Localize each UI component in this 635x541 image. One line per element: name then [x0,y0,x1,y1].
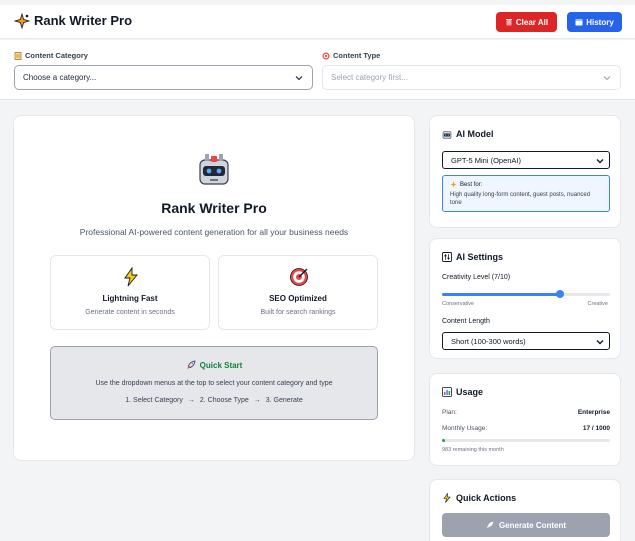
creativity-slider-thumb[interactable] [555,290,564,298]
lightning-icon [124,267,138,287]
calendar-icon [575,19,583,26]
history-button[interactable]: History [567,12,622,32]
ai-model-card: AI Model GPT-5 Mini (OpenAI) Best for: H… [429,115,621,228]
best-for-box: Best for: High quality long-form content… [442,175,610,212]
chevron-down-icon [295,76,303,81]
rocket-icon [486,521,494,529]
lightning-icon [443,493,451,503]
step-1: 1. Select Category [125,397,183,404]
content-length-label: Content Length [442,318,490,325]
sparkle-icon [14,13,30,29]
selector-band: Content Category Choose a category... Co… [0,40,635,100]
creativity-slider[interactable] [442,290,610,298]
robot-icon [442,131,452,139]
app-title: Rank Writer Pro [34,13,133,28]
clear-all-label: Clear All [515,17,549,27]
trash-icon [505,19,512,26]
feature-desc: Generate content in seconds [85,309,175,316]
ai-model-title: AI Model [442,129,494,139]
target-icon [322,52,330,59]
slider-min-label: Conservative [442,301,475,307]
quick-start-panel: Quick Start Use the dropdown menus at th… [50,346,378,420]
step-3: 3. Generate [265,397,303,404]
content-type-label: Content Type [322,51,380,60]
ai-settings-card: AI Settings Creativity Level (7/10) Cons… [429,238,621,359]
content-type-select[interactable]: Select category first... [322,65,621,90]
target-icon [290,268,308,286]
sparkle-icon [450,181,457,188]
creativity-label: Creativity Level (7/10) [442,274,511,281]
feature-title: Lightning Fast [102,294,158,303]
plan-row: Plan: Enterprise [442,409,610,416]
quick-start-title: Quick Start [51,360,377,370]
best-for-label: Best for: [450,181,602,188]
control-panel-icon [442,252,452,262]
usage-title: Usage [442,387,483,397]
app-header: Rank Writer Pro Clear All History [0,5,635,39]
bar-chart-icon [442,387,452,397]
welcome-card: Rank Writer Pro Professional AI-powered … [13,115,415,461]
quick-start-steps: 1. Select Category → 2. Choose Type → 3. Gen… [51,397,377,404]
step-2: 2. Choose Type [199,397,249,404]
usage-progress-fill [442,439,445,442]
creativity-slider-fill [442,293,560,296]
step-arrow: → [253,397,261,404]
usage-progress-bar [442,439,610,442]
chevron-down-icon [596,340,604,345]
history-label: History [586,17,614,27]
feature-title: SEO Optimized [269,294,327,303]
chevron-down-icon [603,76,611,81]
feature-card-lightning: Lightning Fast Generate content in secon… [50,255,210,330]
best-for-text: High quality long-form content, guest po… [450,192,591,206]
rocket-icon [186,360,196,369]
memo-icon [14,51,22,60]
feature-card-seo: SEO Optimized Built for search rankings [218,255,378,330]
generate-content-button[interactable]: Generate Content [442,513,610,537]
slider-max-label: Creative [587,301,608,307]
clear-all-button[interactable]: Clear All [496,12,557,32]
robot-icon [199,154,229,185]
ai-model-select[interactable]: GPT-5 Mini (OpenAI) [442,151,610,169]
welcome-subtitle: Professional AI-powered content generati… [79,227,349,237]
content-category-select[interactable]: Choose a category... [14,65,313,90]
monthly-usage-row: Monthly Usage: 17 / 1000 [442,425,610,432]
quick-actions-title: Quick Actions [442,493,516,503]
feature-desc: Built for search rankings [260,309,336,316]
content-length-select[interactable]: Short (100-300 words) [442,332,610,350]
content-category-label: Content Category [14,51,88,60]
usage-card: Usage Plan: Enterprise Monthly Usage: 17… [429,373,621,466]
quick-start-desc: Use the dropdown menus at the top to sel… [95,380,333,387]
ai-settings-title: AI Settings [442,252,503,262]
quick-actions-card: Quick Actions Generate Content [429,479,621,541]
welcome-title: Rank Writer Pro [161,200,267,216]
plan-value: Enterprise [577,409,610,416]
remaining-text: 983 remaining this month [442,447,504,453]
monthly-usage-value: 17 / 1000 [582,425,610,432]
chevron-down-icon [596,159,604,164]
step-arrow: → [187,397,195,404]
